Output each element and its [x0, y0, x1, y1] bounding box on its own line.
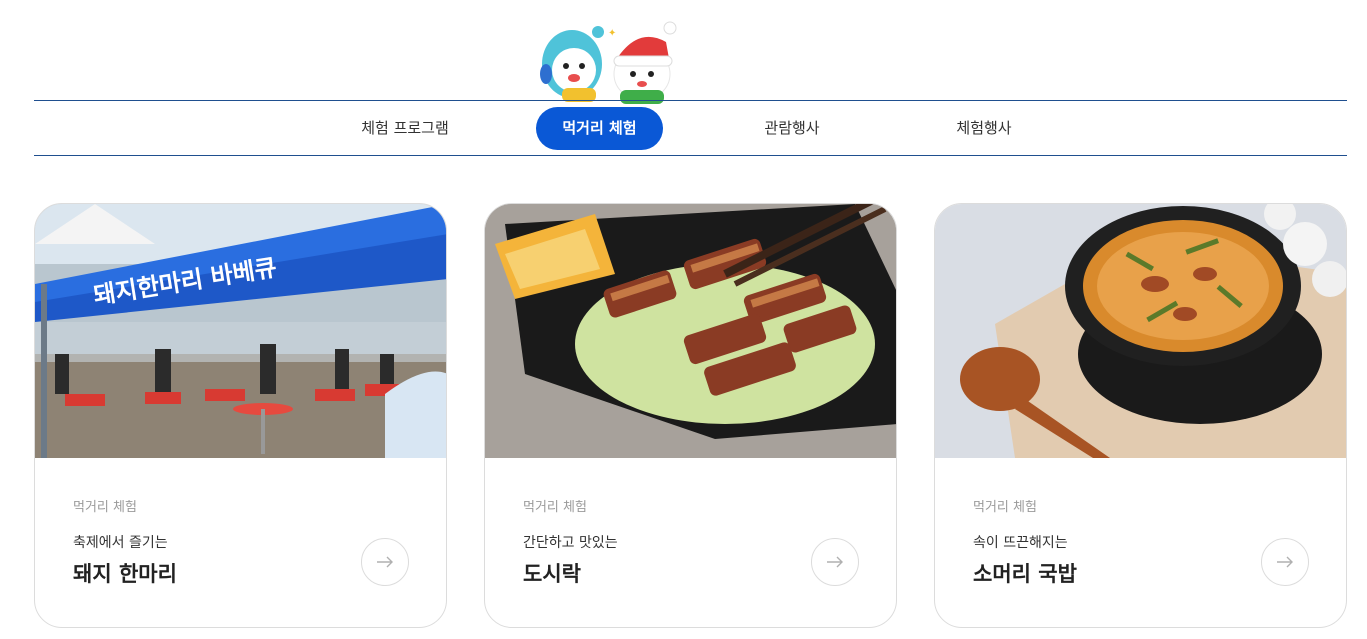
card-category: 먹거리 체험: [73, 500, 137, 515]
bbq-tent-photo: 돼지한마리 바베큐: [35, 204, 446, 458]
card-title: 돼지 한마리: [73, 562, 177, 586]
card-title: 소머리 국밥: [973, 562, 1077, 586]
food-card-gukbap[interactable]: 먹거리 체험 속이 뜨끈해지는 소머리 국밥: [934, 203, 1347, 628]
category-tab-bar: 체험 프로그램 먹거리 체험 관람행사 체험행사: [34, 100, 1347, 156]
card-detail-button[interactable]: [811, 538, 859, 586]
mascot-illustration: ✦: [538, 18, 680, 104]
lunchbox-photo: [485, 204, 896, 458]
food-card-lunchbox[interactable]: 먹거리 체험 간단하고 맛있는 도시락: [484, 203, 897, 628]
card-title: 도시락: [523, 562, 581, 586]
card-detail-button[interactable]: [361, 538, 409, 586]
card-detail-button[interactable]: [1261, 538, 1309, 586]
arrow-right-icon: [377, 556, 393, 568]
tab-experience-events[interactable]: 체험행사: [924, 107, 1044, 150]
tab-experience-program[interactable]: 체험 프로그램: [340, 107, 470, 150]
gukbap-photo: [935, 204, 1346, 458]
card-subtitle: 축제에서 즐기는: [73, 535, 168, 551]
card-category: 먹거리 체험: [523, 500, 587, 515]
card-subtitle: 속이 뜨끈해지는: [973, 535, 1068, 551]
arrow-right-icon: [827, 556, 843, 568]
arrow-right-icon: [1277, 556, 1293, 568]
tab-food-experience[interactable]: 먹거리 체험: [536, 107, 663, 150]
food-card-whole-pig[interactable]: 돼지한마리 바베큐 먹거리 체험 축제에서 즐기는 돼지 한마리: [34, 203, 447, 628]
card-subtitle: 간단하고 맛있는: [523, 535, 618, 551]
tab-viewing-events[interactable]: 관람행사: [732, 107, 852, 150]
svg-text:✦: ✦: [608, 28, 616, 39]
card-category: 먹거리 체험: [973, 500, 1037, 515]
